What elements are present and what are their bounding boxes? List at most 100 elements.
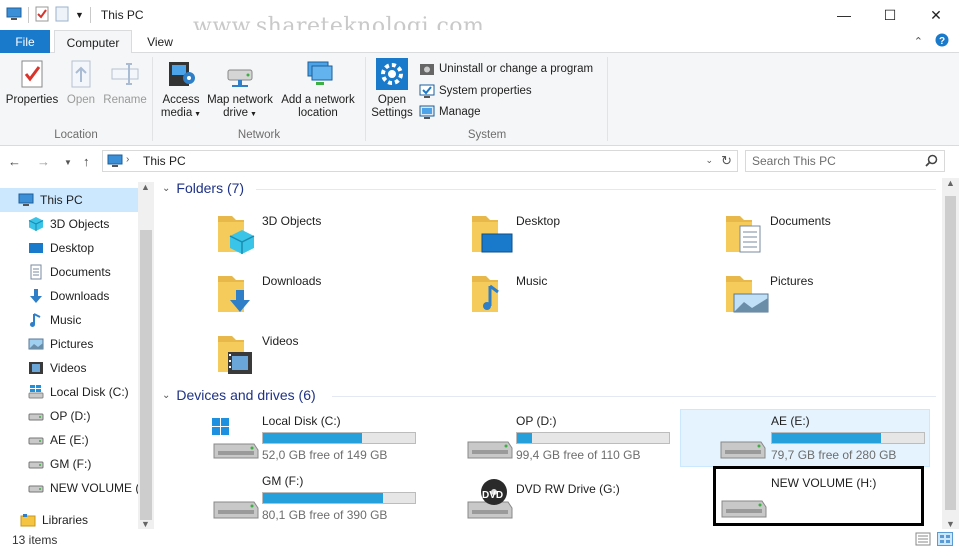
sidebar-item-libraries[interactable]: Libraries <box>0 508 138 529</box>
map-network-drive-button[interactable]: Map network drive ▼ <box>204 58 276 121</box>
breadcrumb-chevron-icon[interactable]: › <box>126 154 129 165</box>
maximize-button[interactable]: ☐ <box>867 0 913 30</box>
pc-icon[interactable] <box>6 7 22 24</box>
sidebar-scrollbar[interactable]: ▲ ▼ <box>138 182 154 529</box>
sidebar-item-label: Desktop <box>50 241 95 255</box>
tab-file[interactable]: File <box>0 30 50 53</box>
details-view-icon[interactable] <box>915 532 931 549</box>
tab-view[interactable]: View <box>136 30 184 53</box>
desktop-icon <box>28 240 44 256</box>
sidebar-item-this-pc[interactable]: This PC <box>0 188 138 212</box>
folder-item-pictures[interactable]: Pictures <box>722 268 942 324</box>
content-scrollbar[interactable]: ▲ ▼ <box>942 178 959 529</box>
drive-item-e[interactable]: AE (E:) 79,7 GB free of 280 GB <box>680 409 930 467</box>
collapse-chevron-icon[interactable]: ⌄ <box>162 390 170 401</box>
address-dropdown-icon[interactable]: ⌄ <box>705 155 713 166</box>
recent-locations-icon[interactable]: ▼ <box>64 158 72 167</box>
sidebar-item-music[interactable]: Music <box>0 308 138 332</box>
sidebar-item-desktop[interactable]: Desktop <box>0 236 138 260</box>
folder-item-documents[interactable]: Documents <box>722 208 942 264</box>
ribbon: Properties Open Rename Location Access m… <box>0 53 959 146</box>
drive-item-c[interactable]: Local Disk (C:) 52,0 GB free of 149 GB <box>212 410 464 468</box>
sidebar-item-gm-f[interactable]: GM (F:) <box>0 452 138 476</box>
properties-icon[interactable] <box>35 6 49 25</box>
divider <box>89 7 91 23</box>
scrollbar-thumb[interactable] <box>945 196 956 510</box>
drive-free-space: 99,4 GB free of 110 GB <box>516 448 641 462</box>
open-settings-button[interactable]: Open Settings <box>369 58 415 120</box>
picture-icon <box>722 268 770 316</box>
sidebar-item-downloads[interactable]: Downloads <box>0 284 138 308</box>
folder-item-videos[interactable]: Videos <box>214 328 454 384</box>
search-input[interactable]: Search This PC <box>752 154 836 168</box>
folders-section-header[interactable]: ⌄ Folders (7) <box>162 180 244 196</box>
address-bar[interactable]: › This PC ⌄ ↻ <box>102 150 738 172</box>
minimize-button[interactable]: — <box>821 0 867 30</box>
open-button[interactable]: Open <box>62 58 100 107</box>
scroll-down-icon[interactable]: ▼ <box>946 519 955 529</box>
refresh-icon[interactable]: ↻ <box>721 153 732 169</box>
up-arrow-icon[interactable]: ↑ <box>83 154 90 169</box>
sidebar-item-pictures[interactable]: Pictures <box>0 332 138 356</box>
breadcrumb[interactable]: This PC <box>143 154 186 168</box>
sidebar-item-ae-e[interactable]: AE (E:) <box>0 428 138 452</box>
music-icon <box>468 268 516 316</box>
search-box[interactable]: Search This PC <box>745 150 945 172</box>
properties-label: Properties <box>5 94 59 106</box>
windows-drive-icon <box>212 418 260 460</box>
title-bar: ▼ This PC www.shareteknologi.com — ☐ ✕ <box>0 0 959 39</box>
properties-button[interactable]: Properties <box>4 58 60 107</box>
sidebar-item-new-volume-h[interactable]: NEW VOLUME (H:) <box>0 476 138 500</box>
large-icons-view-icon[interactable] <box>937 532 953 549</box>
access-media-button[interactable]: Access media ▼ <box>156 58 206 121</box>
uninstall-button[interactable]: Uninstall or change a program <box>419 61 593 77</box>
scroll-down-icon[interactable]: ▼ <box>141 519 150 529</box>
scroll-up-icon[interactable]: ▲ <box>946 178 955 188</box>
add-network-location-button[interactable]: Add a network location <box>276 58 360 120</box>
system-properties-button[interactable]: System properties <box>419 83 532 99</box>
sidebar-item-label: Music <box>50 313 82 327</box>
sidebar-item-documents[interactable]: Documents <box>0 260 138 284</box>
folder-item-music[interactable]: Music <box>468 268 708 324</box>
divider <box>332 396 936 397</box>
windows-drive-icon <box>28 384 44 400</box>
drive-icon <box>28 408 44 424</box>
back-arrow-icon[interactable]: ← <box>8 154 21 169</box>
forward-arrow-icon[interactable]: → <box>37 154 50 169</box>
folders-header-label: Folders (7) <box>176 180 245 196</box>
close-button[interactable]: ✕ <box>913 0 959 30</box>
drives-section-header[interactable]: ⌄ Devices and drives (6) <box>162 387 316 403</box>
sidebar-item-local-disk-c[interactable]: Local Disk (C:) <box>0 380 138 404</box>
sidebar-item-3d-objects[interactable]: 3D Objects <box>0 212 138 236</box>
scrollbar-thumb[interactable] <box>140 230 152 520</box>
drive-item-f[interactable]: GM (F:) 80,1 GB free of 390 GB <box>212 470 464 528</box>
new-folder-icon[interactable] <box>55 6 69 25</box>
folder-item-desktop[interactable]: Desktop <box>468 208 708 264</box>
uninstall-label: Uninstall or change a program <box>439 63 594 75</box>
divider <box>152 57 153 141</box>
drive-item-g[interactable]: DVD DVD RW Drive (G:) <box>466 470 718 528</box>
network-group: Access media ▼ Map network drive ▼ Add a… <box>154 53 364 145</box>
scroll-up-icon[interactable]: ▲ <box>141 182 150 192</box>
tab-computer[interactable]: Computer <box>54 30 132 54</box>
drive-item-h[interactable]: NEW VOLUME (H:) <box>713 466 924 526</box>
customize-dropdown-icon[interactable]: ▼ <box>75 10 84 20</box>
download-icon <box>28 288 44 304</box>
ribbon-tabs: File Computer View ⌃ ? <box>0 30 959 54</box>
collapse-chevron-icon[interactable]: ⌄ <box>162 183 170 194</box>
help-icon[interactable]: ? <box>935 33 949 50</box>
rename-button[interactable]: Rename <box>102 58 148 107</box>
sidebar-item-label: OP (D:) <box>50 409 91 423</box>
sidebar-item-label: Pictures <box>50 337 94 351</box>
folder-item-downloads[interactable]: Downloads <box>214 268 454 324</box>
dropdown-arrow-icon: ▼ <box>248 111 257 118</box>
open-icon <box>65 58 97 90</box>
search-icon[interactable] <box>925 154 938 170</box>
sidebar-item-videos[interactable]: Videos <box>0 356 138 380</box>
collapse-ribbon-icon[interactable]: ⌃ <box>914 35 923 48</box>
quick-access-toolbar: ▼ <box>0 6 91 25</box>
manage-button[interactable]: Manage <box>419 104 481 120</box>
add-location-label: Add a network location <box>281 94 355 119</box>
folder-item-3d-objects[interactable]: 3D Objects <box>214 208 454 264</box>
sidebar-item-op-d[interactable]: OP (D:) <box>0 404 138 428</box>
